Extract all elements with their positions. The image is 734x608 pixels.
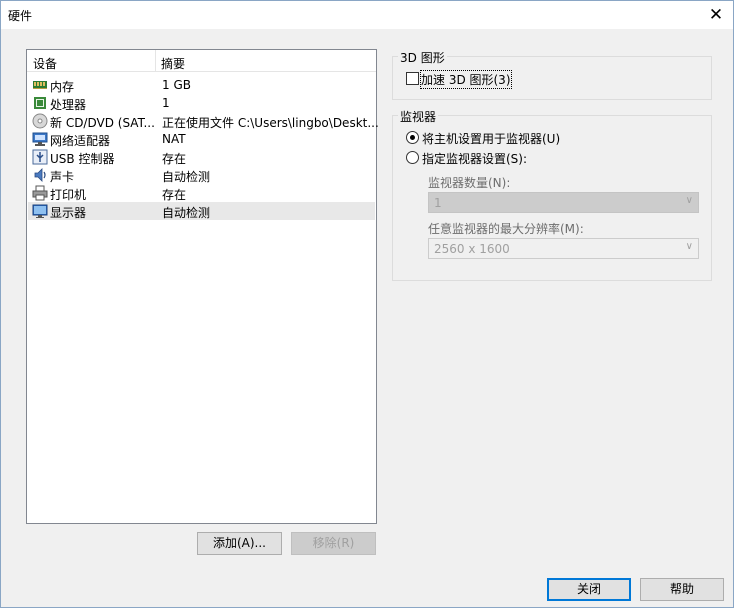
chevron-down-icon: ∨ <box>685 195 693 206</box>
hardware-dialog: 硬件 ✕ 设备 摘要 内存 1 GB 处理器 1 新 CD/DVD (SAT..… <box>0 0 734 608</box>
add-hardware-button[interactable]: 添加(A)... <box>197 532 282 555</box>
hardware-item-name: 打印机 <box>50 188 87 202</box>
hardware-item-name: 网络适配器 <box>50 134 111 148</box>
hardware-tab-panel: 设备 摘要 内存 1 GB 处理器 1 新 CD/DVD (SAT... 正在使… <box>13 39 724 601</box>
hardware-item-summary: 自动检测 <box>162 206 211 220</box>
monitor-group-label: 监视器 <box>398 108 439 125</box>
processor-icon <box>34 97 46 109</box>
remove-hardware-button[interactable]: 移除(R) <box>291 532 376 555</box>
chevron-down-icon: ∨ <box>685 241 693 252</box>
hardware-item-name: 处理器 <box>50 98 87 112</box>
max-resolution-value: 2560 x 1600 <box>434 242 510 256</box>
hardware-item-sound-card[interactable]: 声卡 自动检测 <box>28 166 375 184</box>
hardware-item-name: USB 控制器 <box>50 152 115 166</box>
memory-icon <box>33 81 47 89</box>
hardware-item-display[interactable]: 显示器 自动检测 <box>28 202 375 220</box>
hardware-item-summary: 正在使用文件 C:\Users\lingbo\Deskt... <box>162 116 379 130</box>
use-host-settings-label[interactable]: 将主机设置用于监视器(U) <box>422 130 560 147</box>
help-button[interactable]: 帮助 <box>640 578 724 601</box>
usb-icon <box>32 149 48 165</box>
accelerate-3d-label[interactable]: 加速 3D 图形(3) <box>420 70 512 89</box>
accelerate-3d-checkbox[interactable] <box>406 72 419 85</box>
monitor-count-value: 1 <box>434 196 442 210</box>
specify-monitor-settings-label[interactable]: 指定监视器设置(S): <box>422 150 527 167</box>
window-title: 硬件 <box>8 9 33 23</box>
hardware-item-summary: 1 GB <box>162 78 191 92</box>
hardware-item-printer[interactable]: 打印机 存在 <box>28 184 375 202</box>
close-button[interactable]: 关闭 <box>547 578 631 601</box>
hardware-item-name: 新 CD/DVD (SAT... <box>50 116 155 130</box>
dialog-client: 设备 摘要 内存 1 GB 处理器 1 新 CD/DVD (SAT... 正在使… <box>13 29 725 605</box>
hardware-item-name: 显示器 <box>50 206 87 220</box>
hardware-item-name: 内存 <box>50 80 75 94</box>
column-separator[interactable] <box>155 50 156 72</box>
hardware-item-cd-dvd[interactable]: 新 CD/DVD (SAT... 正在使用文件 C:\Users\lingbo\… <box>28 112 379 130</box>
hardware-item-processor[interactable]: 处理器 1 <box>28 94 375 112</box>
hardware-item-usb-controller[interactable]: USB 控制器 存在 <box>28 148 375 166</box>
printer-icon <box>32 185 48 201</box>
hardware-item-summary: 1 <box>162 96 170 110</box>
radio-selected-dot <box>410 135 415 140</box>
hardware-item-summary: 自动检测 <box>162 170 211 184</box>
monitor-count-select[interactable]: 1 ∨ <box>428 192 699 213</box>
hardware-item-summary: 存在 <box>162 152 187 166</box>
column-summary[interactable]: 摘要 <box>161 55 185 72</box>
hardware-item-memory[interactable]: 内存 1 GB <box>28 76 375 94</box>
hardware-list-header: 设备 摘要 <box>27 50 376 72</box>
display-icon <box>32 204 48 218</box>
column-device[interactable]: 设备 <box>33 55 57 72</box>
hardware-list[interactable]: 设备 摘要 内存 1 GB 处理器 1 新 CD/DVD (SAT... 正在使… <box>26 49 379 524</box>
title-bar: 硬件 ✕ <box>1 1 733 29</box>
use-host-settings-radio[interactable] <box>406 131 419 144</box>
max-resolution-label: 任意监视器的最大分辨率(M): <box>428 222 584 236</box>
max-resolution-select[interactable]: 2560 x 1600 ∨ <box>428 238 699 259</box>
hardware-item-summary: 存在 <box>162 188 187 202</box>
specify-monitor-settings-radio[interactable] <box>406 151 419 164</box>
hardware-item-network-adapter[interactable]: 网络适配器 NAT <box>28 130 375 148</box>
monitor-count-label: 监视器数量(N): <box>428 176 511 190</box>
sound-card-icon <box>34 168 46 182</box>
graphics-3d-group-label: 3D 图形 <box>398 49 447 66</box>
hardware-item-summary: NAT <box>162 132 186 146</box>
network-adapter-icon <box>32 132 48 146</box>
close-window-icon[interactable]: ✕ <box>705 4 727 26</box>
cd-dvd-icon <box>32 113 48 129</box>
hardware-item-name: 声卡 <box>50 170 75 184</box>
